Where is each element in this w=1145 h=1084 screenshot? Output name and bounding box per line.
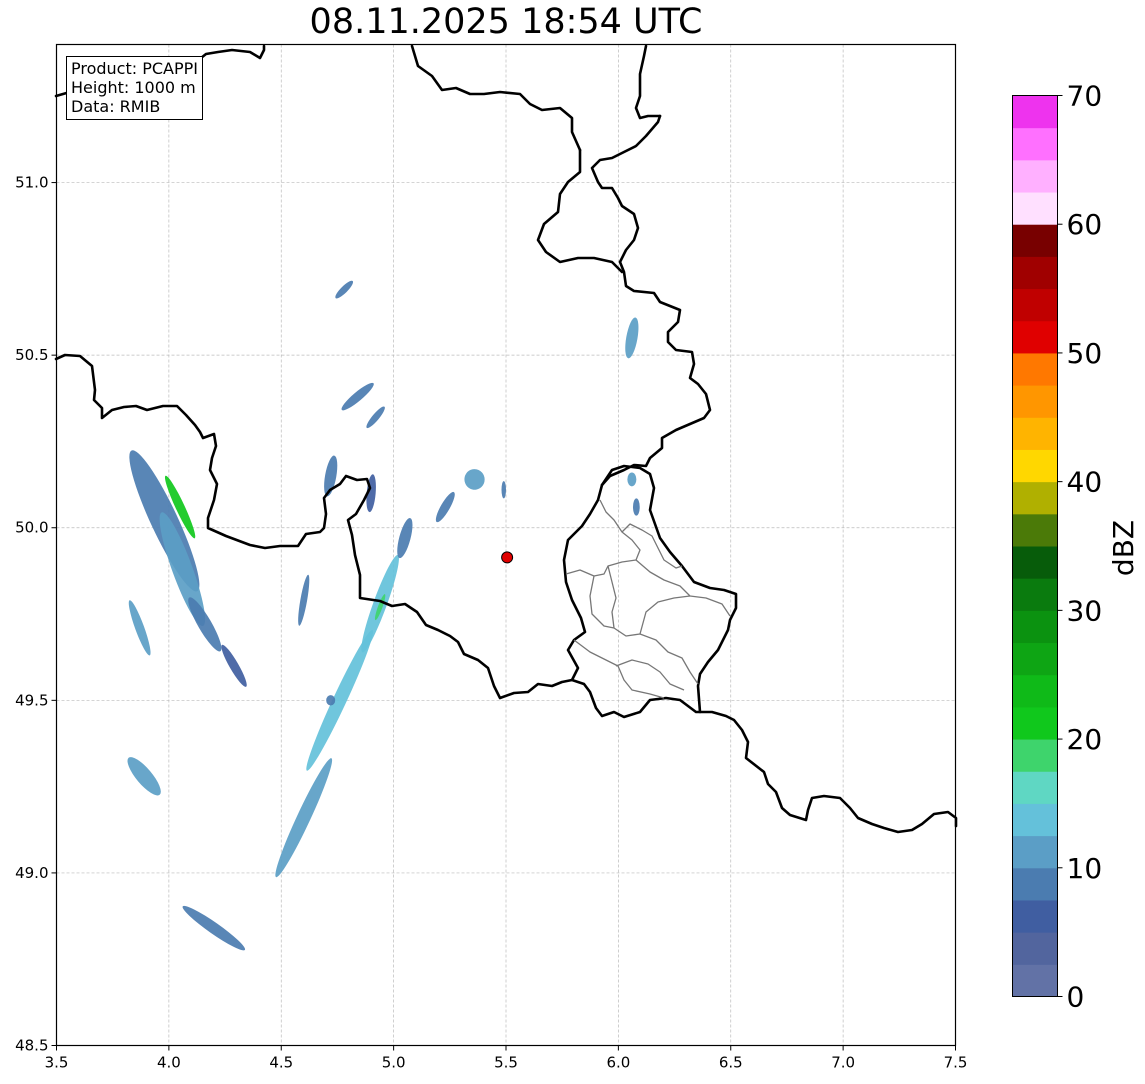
colorbar-band [1012,256,1058,290]
colorbar-tick-label: 60 [1067,208,1103,241]
radar-map-figure: 3.5 4.0 4.5 5.0 5.5 6.0 6.5 7.0 7.5 48.5 49.0 49.5… [15,43,1140,1072]
colorbar-band [1012,771,1058,804]
radar-echo [501,481,506,499]
colorbar-band [1012,835,1058,869]
luxembourg-districts [565,499,731,699]
netherlands-east-border [634,44,662,120]
colorbar-band [1012,932,1058,965]
colorbar-band [1012,674,1058,708]
colorbar: 0 10 20 30 40 50 60 70 dBZ [1012,80,1140,1014]
france-germany-luxembourg-border [562,464,738,714]
x-tick-label: 7.5 [944,1054,968,1072]
x-tick-label: 7.0 [831,1054,855,1072]
x-tick-label: 6.0 [606,1054,630,1072]
colorbar-label: dBZ [1107,520,1140,576]
colorbar-band [1012,899,1058,933]
radar-echo [335,280,354,299]
radar-echo [464,469,485,490]
y-tick-label: 50.5 [15,346,48,364]
radar-echo [397,518,413,559]
colorbar-tick-label: 20 [1067,723,1103,756]
district-south-2 [615,659,685,691]
x-tick-label: 5.5 [494,1054,518,1072]
belgium-germany-luxembourg-border [590,114,712,487]
colorbar-band [1012,417,1058,450]
colorbar-band [1012,964,1058,997]
colorbar-bands [1012,95,1058,997]
x-tick-label: 5.0 [382,1054,406,1072]
colorbar-band [1012,642,1058,676]
colorbar-band [1012,513,1058,547]
netherlands-border-north [410,44,582,152]
district-west [589,575,615,629]
radar-echo [625,317,639,359]
colorbar-band [1012,95,1058,129]
colorbar-band [1012,159,1058,193]
radar-echo [128,600,151,656]
colorbar-tick-label: 10 [1067,852,1103,885]
district-center [607,565,699,685]
product-info-box: Product: PCAPPI Height: 1000 m Data: RMI… [66,56,204,120]
radar-echoes [127,280,640,951]
country-borders [54,44,958,834]
radar-echo [435,491,455,523]
district-north [565,499,641,577]
radar-echo [188,597,222,652]
radar-echo [298,574,310,626]
product-text: Product: PCAPPI [71,59,199,78]
colorbar-band [1012,288,1058,322]
radar-echo [341,382,374,411]
colorbar-band [1012,739,1058,772]
colorbar-band [1012,546,1058,579]
radar-echo [632,498,640,516]
colorbar-band [1012,578,1058,611]
radar-echo [127,757,161,796]
colorbar-band [1012,706,1058,740]
colorbar-band [1012,192,1058,225]
colorbar-tick-label: 0 [1067,981,1085,1014]
gridlines [56,44,956,1046]
x-tick-label: 4.0 [157,1054,181,1072]
radar-echo [182,905,246,951]
data-source-text: Data: RMIB [71,97,161,116]
colorbar-band [1012,803,1058,837]
y-tick-label: 51.0 [15,174,48,192]
height-text: Height: 1000 m [71,78,196,97]
radar-echo [366,406,385,429]
colorbar-band [1012,320,1058,354]
colorbar-band [1012,610,1058,644]
colorbar-band [1012,224,1058,257]
colorbar-band [1012,385,1058,418]
y-tick-label: 50.0 [15,519,48,537]
radar-site-marker [501,551,514,564]
district-inner [639,595,691,635]
colorbar-band [1012,481,1058,515]
colorbar-band [1012,352,1058,386]
colorbar-ticks: 0 10 20 30 40 50 60 70 [1057,80,1103,1014]
x-axis-ticks: 3.5 4.0 4.5 5.0 5.5 6.0 6.5 7.0 7.5 [45,1045,968,1072]
x-tick-label: 4.5 [269,1054,293,1072]
y-axis-ticks: 48.5 49.0 49.5 50.0 50.5 51.0 [15,174,57,1055]
colorbar-band [1012,867,1058,901]
colorbar-band [1012,449,1058,483]
colorbar-tick-label: 50 [1067,337,1103,370]
colorbar-tick-label: 70 [1067,80,1103,113]
radar-echo [326,695,336,706]
x-tick-label: 6.5 [719,1054,743,1072]
y-tick-label: 49.0 [15,864,48,882]
y-tick-label: 49.5 [15,691,48,709]
radar-echo [627,472,637,487]
y-tick-label: 48.5 [15,1037,48,1055]
radar-echo [275,758,333,878]
colorbar-band [1012,127,1058,161]
district-mid-north [621,523,683,569]
netherlands-border [536,148,624,274]
colorbar-tick-label: 40 [1067,466,1103,499]
radar-echo [221,644,247,687]
x-tick-label: 3.5 [45,1054,69,1072]
colorbar-tick-label: 30 [1067,594,1103,627]
